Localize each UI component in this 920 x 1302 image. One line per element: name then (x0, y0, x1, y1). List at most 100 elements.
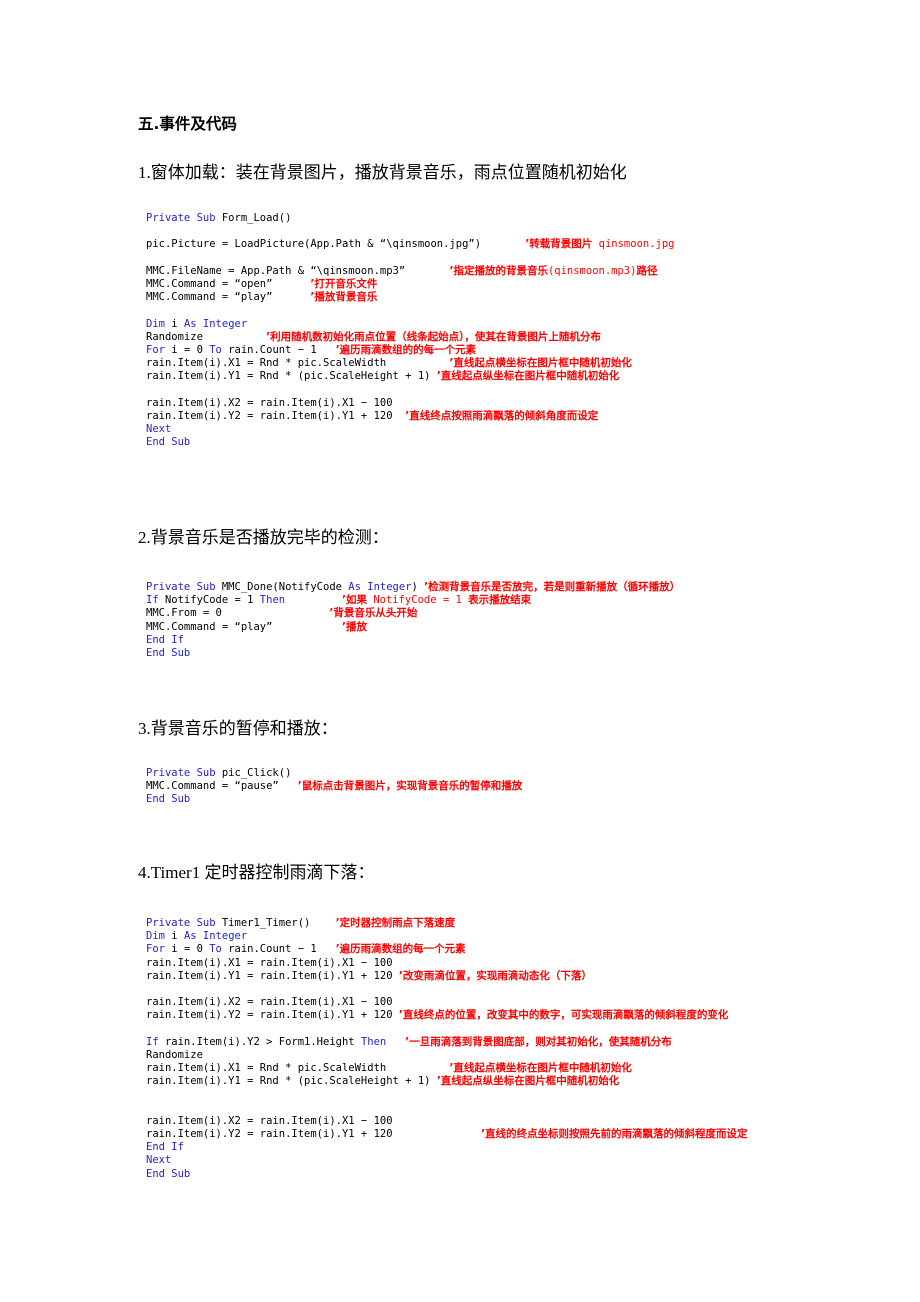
code-comment: ’一旦雨滴落到背景图底部，则对其初始化，使其随机分布 (405, 1035, 672, 1048)
page-title: 五.事件及代码 (138, 115, 237, 133)
code-keyword: End Sub (146, 793, 191, 806)
code-line: Dim i As Integer (146, 930, 748, 943)
code-keyword: To (209, 343, 229, 356)
code-keyword: Dim (146, 317, 172, 330)
code-line: rain.Item(i).Y1 = rain.Item(i).Y1 + 120 … (146, 970, 748, 983)
code-keyword: End If (146, 1141, 184, 1154)
code-spacer (272, 291, 310, 304)
code-line: MMC.Command = “play” ’播放背景音乐 (146, 291, 675, 304)
code-text: Timer1_Timer() (221, 917, 311, 929)
code-text: rain.Item(i).X1 = rain.Item(i).X1 − 100 (146, 956, 393, 969)
code-comment: ’直线起点横坐标在图片框中随机初始化 (449, 357, 632, 370)
code-line: For i = 0 To rain.Count − 1 ’遍历雨滴数组的的每一个… (146, 344, 675, 357)
code-text: rain.Item(i).Y2 = rain.Item(i).Y1 + 120 (146, 1009, 393, 1022)
code-text: MMC.Command = “open” (146, 277, 273, 290)
code-line: Next (146, 423, 675, 436)
code-text: MMC.Command = “pause” (146, 780, 279, 793)
code-line: If NotifyCode = 1 Then ’如果 NotifyCode = … (146, 594, 680, 607)
code-keyword: Next (146, 423, 172, 435)
code-line: End Sub (146, 436, 675, 449)
code-line: End If (146, 634, 680, 647)
section-heading-1: 1.窗体加载：装在背景图片，播放背景音乐，雨点位置随机初始化 (138, 163, 627, 182)
code-spacer (279, 780, 298, 793)
code-text: rain.Item(i).Y1 = Rnd * (pic.ScaleHeight… (146, 370, 431, 383)
code-line: Next (146, 1154, 748, 1167)
code-text: MMC.FileName = App.Path & “\qinsmoon.mp3… (146, 264, 406, 277)
code-keyword: Then (360, 1035, 387, 1048)
section-heading-2: 2.背景音乐是否播放完毕的检测： (138, 528, 389, 547)
code-line: rain.Item(i).X2 = rain.Item(i).X1 − 100 (146, 996, 748, 1009)
code-line: End If (146, 1141, 748, 1154)
code-text: rain.Item(i).X2 = rain.Item(i).X1 − 100 (146, 1114, 393, 1127)
code-text: i (171, 930, 184, 943)
code-comment: ’直线起点横坐标在图片框中随机初始化 (449, 1062, 632, 1075)
code-spacer (317, 344, 336, 357)
code-comment: ’利用随机数初始化雨点位置（线条起始点），使其在背景图片上随机分布 (266, 330, 601, 343)
code-block-3: Private Sub pic_Click() MMC.Command = “pa… (146, 767, 522, 807)
code-text: i (171, 317, 184, 330)
code-line: rain.Item(i).X1 = Rnd * pic.ScaleWidth ’… (146, 357, 675, 370)
code-spacer (393, 1128, 482, 1141)
code-line: rain.Item(i).Y1 = Rnd * (pic.ScaleHeight… (146, 1075, 748, 1088)
code-text: rain.Count − 1 (228, 943, 317, 956)
code-keyword: Private Sub (146, 767, 222, 779)
code-comment: ’播放背景音乐 (310, 291, 378, 304)
code-line: MMC.Command = “pause” ’鼠标点击背景图片，实现背景音乐的暂… (146, 780, 522, 793)
code-line: If rain.Item(i).Y2 > Form1.Height Then ’… (146, 1036, 748, 1049)
code-line: rain.Item(i).Y2 = rain.Item(i).Y1 + 120 … (146, 1128, 748, 1141)
code-line: Dim i As Integer (146, 318, 675, 331)
code-line: MMC.Command = “play” ’播放 (146, 621, 680, 634)
code-line: Private Sub Form_Load() (146, 212, 675, 225)
code-text: rain.Item(i).Y2 = rain.Item(i).Y1 + 120 (146, 409, 393, 422)
code-line: Private Sub pic_Click() (146, 767, 522, 780)
code-text: rain.Item(i).Y1 = rain.Item(i).Y1 + 120 (146, 969, 393, 982)
code-line: Randomize ’利用随机数初始化雨点位置（线条起始点），使其在背景图片上随… (146, 331, 675, 344)
code-keyword: Then (259, 594, 286, 607)
code-line: rain.Item(i).Y1 = Rnd * (pic.ScaleHeight… (146, 370, 675, 383)
code-comment: ’遍历雨滴数组的每一个元素 (335, 943, 466, 956)
code-line: End Sub (146, 1168, 748, 1181)
code-text: rain.Item(i).X1 = Rnd * pic.ScaleWidth (146, 357, 387, 370)
code-keyword: Dim (146, 930, 172, 943)
code-comment: ’直线起点纵坐标在图片框中随机初始化 (436, 370, 620, 383)
code-block-1: Private Sub Form_Load() pic.Picture = Lo… (146, 212, 675, 449)
code-keyword: For (146, 343, 172, 356)
code-comment: ’指定播放的背景音乐(qinsmoon.mp3)路径 (449, 264, 658, 277)
code-spacer (272, 278, 310, 291)
code-line: Private Sub MMC_Done(NotifyCode As Integ… (146, 581, 680, 594)
code-comment: ’鼠标点击背景图片，实现背景音乐的暂停和播放 (297, 780, 523, 793)
code-keyword: For (146, 943, 172, 956)
code-spacer (285, 594, 342, 607)
code-keyword: If (146, 594, 165, 607)
code-text: rain.Item(i).X2 = rain.Item(i).X1 − 100 (146, 996, 393, 1009)
code-line: rain.Item(i).X2 = rain.Item(i).X1 − 100 (146, 1115, 748, 1128)
code-keyword: If (146, 1035, 165, 1048)
code-spacer (317, 943, 336, 956)
code-comment: ’打开音乐文件 (310, 277, 378, 290)
code-text: Randomize (146, 1048, 203, 1061)
code-block-2: Private Sub MMC_Done(NotifyCode As Integ… (146, 581, 680, 660)
code-keyword: End If (146, 633, 184, 646)
code-text: rain.Item(i).Y2 > Form1.Height (164, 1035, 361, 1048)
code-line: End Sub (146, 647, 680, 660)
code-text: i = 0 (171, 343, 210, 356)
code-keyword: Private Sub (146, 212, 222, 224)
code-text: rain.Item(i).Y2 = rain.Item(i).Y1 + 120 (146, 1128, 393, 1140)
code-comment: ’定时器控制雨点下落速度 (335, 917, 456, 929)
code-spacer (386, 1062, 449, 1075)
code-comment: ’直线终点的位置，改变其中的数字，可实现雨滴飘落的倾斜程度的变化 (398, 1009, 729, 1022)
code-line: MMC.Command = “open” ’打开音乐文件 (146, 278, 675, 291)
code-line: rain.Item(i).Y2 = rain.Item(i).Y1 + 120 … (146, 1009, 748, 1022)
section-heading-4: 4.Timer1 定时器控制雨滴下落： (138, 863, 375, 882)
code-line: rain.Item(i).X2 = rain.Item(i).X1 − 100 (146, 397, 675, 410)
code-text: pic_Click() (221, 767, 292, 779)
document-page: 五.事件及代码 1.窗体加载：装在背景图片，播放背景音乐，雨点位置随机初始化 Pr… (0, 0, 920, 1302)
code-spacer (393, 410, 406, 423)
code-comment: ’遍历雨滴数组的的每一个元素 (335, 343, 477, 356)
